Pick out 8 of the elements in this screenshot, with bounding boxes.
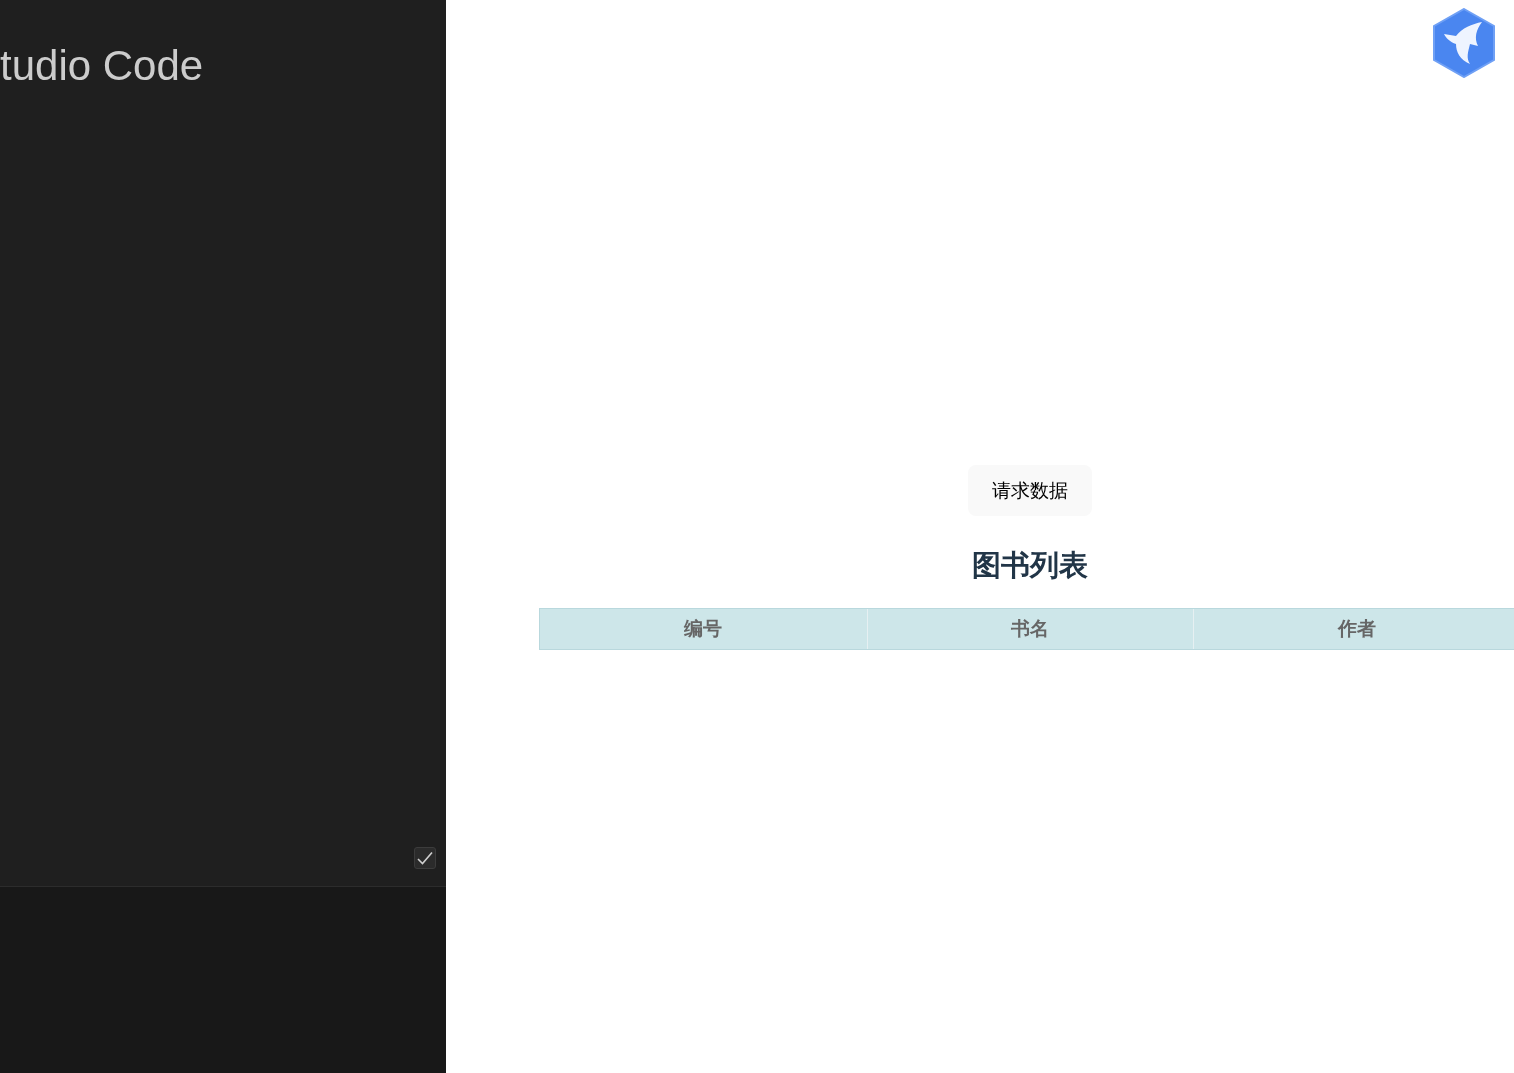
window-title: tudio Code [0,42,205,90]
bird-logo-icon[interactable] [1432,8,1496,78]
column-header: 书名 [866,609,1194,649]
page-heading: 图书列表 [972,547,1088,584]
request-data-button[interactable]: 请求数据 [968,465,1092,516]
column-header: 作者 [1193,609,1514,649]
column-header: 编号 [683,616,724,641]
checkbox[interactable] [414,847,436,869]
